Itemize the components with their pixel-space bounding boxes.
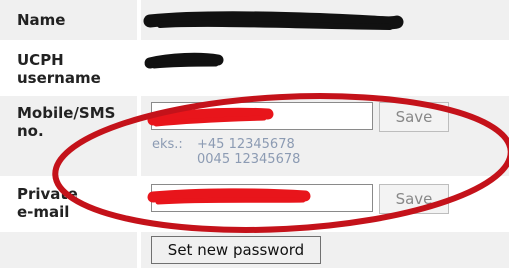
username-value-cell xyxy=(141,42,509,94)
mobile-input[interactable] xyxy=(151,102,373,130)
username-label: UCPH username xyxy=(17,51,101,87)
mobile-hint-prefix: eks.: xyxy=(152,137,183,152)
email-label: Private e-mail xyxy=(17,185,78,221)
mobile-value-cell: Save eks.: +45 12345678 0045 12345678 xyxy=(141,96,509,176)
set-new-password-button[interactable]: Set new password xyxy=(151,236,321,264)
name-row: Name xyxy=(0,0,509,40)
username-row: UCPH username xyxy=(0,42,509,94)
mobile-hint-example-2: 0045 12345678 xyxy=(197,152,301,167)
mobile-label: Mobile/SMS no. xyxy=(17,104,116,140)
email-save-button[interactable]: Save xyxy=(379,184,449,214)
name-value-cell xyxy=(141,0,509,40)
email-value-cell: Save xyxy=(141,178,509,230)
password-row: Set new password xyxy=(0,232,509,268)
name-label: Name xyxy=(17,11,66,29)
user-profile-form: Name UCPH username Mobile/SMS no. Save e… xyxy=(0,0,509,268)
mobile-save-button[interactable]: Save xyxy=(379,102,449,132)
email-row: Private e-mail Save xyxy=(0,178,509,230)
email-input[interactable] xyxy=(151,184,373,212)
mobile-row: Mobile/SMS no. Save eks.: +45 12345678 0… xyxy=(0,96,509,176)
mobile-hint-example-1: +45 12345678 xyxy=(197,137,295,152)
